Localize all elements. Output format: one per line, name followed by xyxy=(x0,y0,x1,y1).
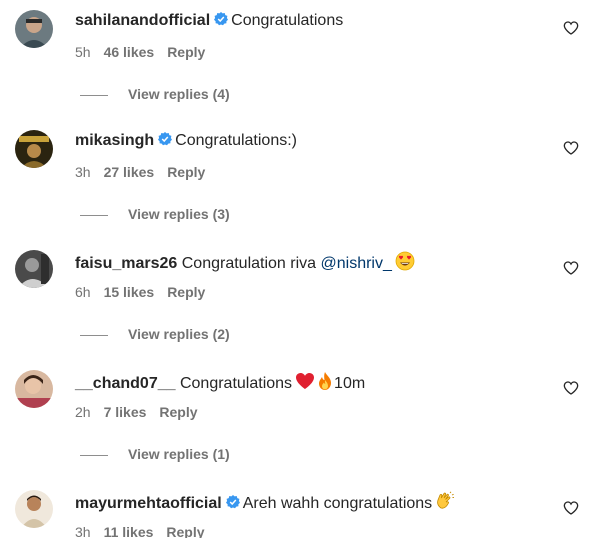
username-link[interactable]: faisu_mars26 xyxy=(75,255,177,272)
likes-count[interactable]: 11 likes xyxy=(104,524,154,538)
comment-time: 2h xyxy=(75,404,91,420)
username-link[interactable]: mikasingh xyxy=(75,132,154,149)
reply-button[interactable]: Reply xyxy=(166,524,204,538)
comment-meta: 3h 11 likes Reply xyxy=(75,523,218,538)
comment-item: __chand07__ Congratulations 10m 2h 7 likes… xyxy=(0,360,589,480)
username-link[interactable]: sahilanandofficial xyxy=(75,12,210,29)
comment-item: mikasingh Congratulations:) 3h 27 likes Rep… xyxy=(0,120,589,240)
view-replies-label: View replies (2) xyxy=(128,326,230,342)
reply-button[interactable]: Reply xyxy=(167,284,205,300)
avatar[interactable] xyxy=(15,250,53,288)
clapping-hands-emoji-icon xyxy=(437,491,455,509)
comment-time: 6h xyxy=(75,284,91,300)
reply-button[interactable]: Reply xyxy=(167,164,205,180)
comment-item: faisu_mars26 Congratulation riva @nishri… xyxy=(0,240,589,360)
divider xyxy=(80,334,108,336)
heart-icon[interactable] xyxy=(563,500,579,516)
comment-text-line: faisu_mars26 Congratulation riva @nishri… xyxy=(75,251,415,274)
verified-badge-icon xyxy=(158,132,173,146)
comment-text: Areh wahh congratulations xyxy=(242,495,433,512)
comment-text-line: __chand07__ Congratulations 10m xyxy=(75,371,365,394)
comment-text-suffix: 10m xyxy=(334,375,366,392)
red-heart-emoji-icon xyxy=(296,373,315,389)
mention-link[interactable]: @nishriv_ xyxy=(321,255,392,272)
heart-icon[interactable] xyxy=(563,140,579,156)
comment-meta: 5h 46 likes Reply xyxy=(75,43,218,61)
avatar[interactable] xyxy=(15,130,53,168)
verified-badge-icon xyxy=(214,12,229,26)
username-link[interactable]: __chand07__ xyxy=(75,375,176,392)
comment-text: Congratulations xyxy=(179,375,293,392)
comment-time: 3h xyxy=(75,524,91,538)
comment-time: 5h xyxy=(75,44,91,60)
comment-meta: 6h 15 likes Reply xyxy=(75,283,218,301)
view-replies-button[interactable]: View replies (3) xyxy=(80,205,230,223)
divider xyxy=(80,94,108,96)
heart-icon[interactable] xyxy=(563,260,579,276)
avatar[interactable] xyxy=(15,490,53,528)
comment-meta: 3h 27 likes Reply xyxy=(75,163,218,181)
comment-text: Congratulations xyxy=(231,12,344,29)
comment-meta: 2h 7 likes Reply xyxy=(75,403,211,421)
comment-text: Congratulations:) xyxy=(175,132,297,149)
divider xyxy=(80,214,108,216)
comment-item: sahilanandofficial Congratulations 5h 46 l… xyxy=(0,0,589,120)
reply-button[interactable]: Reply xyxy=(167,44,205,60)
view-replies-label: View replies (1) xyxy=(128,446,230,462)
likes-count[interactable]: 7 likes xyxy=(104,404,147,420)
comment-text: Congratulation riva xyxy=(181,255,317,272)
comment-text-line: mikasingh Congratulations:) xyxy=(75,131,297,151)
comment-text-line: sahilanandofficial Congratulations xyxy=(75,11,343,31)
view-replies-label: View replies (3) xyxy=(128,206,230,222)
likes-count[interactable]: 46 likes xyxy=(104,44,155,60)
comment-item: mayurmehtaofficial Areh wahh congratulati… xyxy=(0,480,589,538)
heart-icon[interactable] xyxy=(563,380,579,396)
fire-emoji-icon xyxy=(319,372,332,390)
avatar[interactable] xyxy=(15,370,53,408)
view-replies-button[interactable]: View replies (1) xyxy=(80,445,230,463)
likes-count[interactable]: 27 likes xyxy=(104,164,155,180)
heart-eyes-emoji-icon xyxy=(395,251,415,271)
divider xyxy=(80,454,108,456)
comment-time: 3h xyxy=(75,164,91,180)
reply-button[interactable]: Reply xyxy=(159,404,197,420)
likes-count[interactable]: 15 likes xyxy=(104,284,155,300)
heart-icon[interactable] xyxy=(563,20,579,36)
view-replies-button[interactable]: View replies (4) xyxy=(80,85,230,103)
username-link[interactable]: mayurmehtaofficial xyxy=(75,495,222,512)
verified-badge-icon xyxy=(225,495,240,509)
avatar[interactable] xyxy=(15,10,53,48)
view-replies-button[interactable]: View replies (2) xyxy=(80,325,230,343)
view-replies-label: View replies (4) xyxy=(128,86,230,102)
comment-text-line: mayurmehtaofficial Areh wahh congratulati… xyxy=(75,491,455,514)
